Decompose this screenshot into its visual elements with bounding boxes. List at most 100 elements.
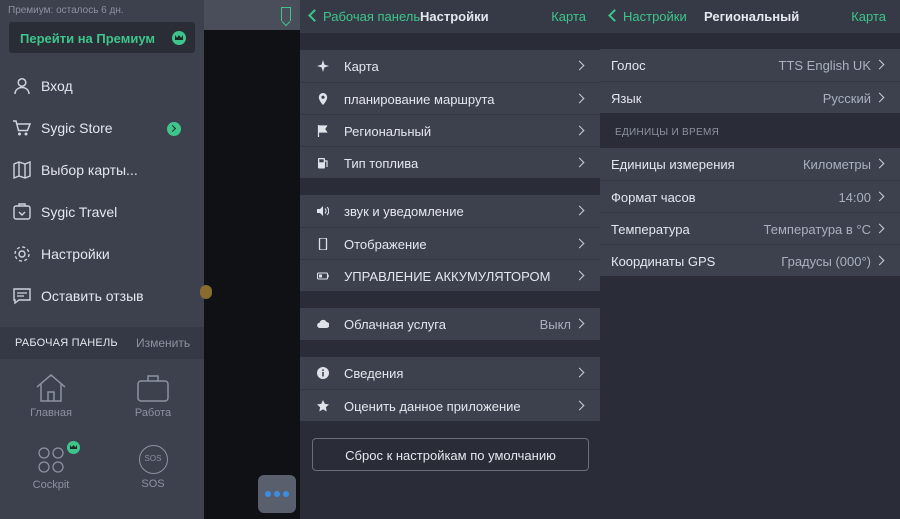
menu-item-feedback[interactable]: Оставить отзыв xyxy=(0,276,204,316)
chevron-right-icon xyxy=(874,92,885,103)
menu-item-map-selection[interactable]: Выбор карты... xyxy=(0,150,204,190)
map-view[interactable] xyxy=(200,0,300,519)
speaker-icon xyxy=(317,206,329,216)
chevron-right-icon xyxy=(874,158,885,169)
settings-row-value: Температура в °C xyxy=(763,222,871,237)
bookmark-icon[interactable] xyxy=(281,7,291,21)
page-title: Настройки xyxy=(420,9,489,24)
compass-icon xyxy=(317,60,329,72)
settings-row-label: планирование маршрута xyxy=(344,92,495,107)
chevron-right-icon xyxy=(574,367,585,378)
travel-icon xyxy=(13,203,31,220)
cloud-icon xyxy=(317,319,329,329)
settings-row-cloud-service[interactable]: Облачная услуга Выкл xyxy=(300,308,600,340)
settings-row-value: Километры xyxy=(802,157,871,172)
menu-item-label: Настройки xyxy=(41,246,110,262)
back-label: Настройки xyxy=(623,9,687,24)
regional-row-temperature[interactable]: Температура Температура в °C xyxy=(600,212,900,244)
chevron-right-icon xyxy=(874,255,885,266)
regional-row-gps-coordinates[interactable]: Координаты GPS Градусы (000°) xyxy=(600,244,900,276)
settings-row-label: Единицы измерения xyxy=(611,157,735,172)
more-menu-button[interactable] xyxy=(258,475,296,513)
chevron-right-icon xyxy=(874,59,885,70)
page-title: Региональный xyxy=(704,9,800,24)
settings-row-value: Градусы (000°) xyxy=(781,254,871,269)
dashboard-tile-sos[interactable]: SOS SOS xyxy=(113,445,193,490)
battery-icon xyxy=(317,272,329,280)
back-to-dashboard-button[interactable]: Рабочая панель xyxy=(308,9,421,24)
menu-item-settings[interactable]: Настройки xyxy=(0,234,204,274)
go-premium-label: Перейти на Премиум xyxy=(20,31,156,46)
settings-row-sound[interactable]: звук и уведомление xyxy=(300,195,600,227)
side-menu: Премиум: осталось 6 дн. Перейти на Преми… xyxy=(0,0,204,519)
settings-row-route-planning[interactable]: планирование маршрута xyxy=(300,82,600,114)
regional-row-language[interactable]: Язык Русский xyxy=(600,81,900,113)
info-icon xyxy=(317,367,329,379)
more-dot-icon xyxy=(283,491,289,497)
chevron-left-icon xyxy=(608,9,621,22)
settings-row-display[interactable]: Отображение xyxy=(300,227,600,259)
regional-row-voice[interactable]: Голос TTS English UK xyxy=(600,49,900,81)
chevron-right-icon xyxy=(574,270,585,281)
menu-item-sygic-store[interactable]: Sygic Store xyxy=(0,108,204,148)
chevron-left-icon xyxy=(308,9,321,22)
settings-screen: Рабочая панель Настройки Карта Карта пла… xyxy=(300,0,600,519)
back-label: Рабочая панель xyxy=(323,9,421,24)
regional-group-voice-language: Голос TTS English UK Язык Русский xyxy=(600,49,900,113)
home-icon xyxy=(36,374,66,402)
new-badge-icon xyxy=(167,122,181,136)
settings-row-label: Координаты GPS xyxy=(611,254,716,269)
regional-screen: Настройки Региональный Карта Голос TTS E… xyxy=(600,0,900,519)
menu-item-label: Вход xyxy=(41,78,73,94)
star-icon xyxy=(317,400,329,412)
settings-group-device: звук и уведомление Отображение УПРАВЛЕНИ… xyxy=(300,195,600,291)
dashboard-tile-label: Работа xyxy=(134,407,172,419)
settings-row-regional[interactable]: Региональный xyxy=(300,114,600,146)
cart-icon xyxy=(13,120,32,136)
dashboard-tile-home[interactable]: Главная xyxy=(11,373,91,419)
reset-defaults-button[interactable]: Сброс к настройкам по умолчанию xyxy=(312,438,589,471)
settings-row-map[interactable]: Карта xyxy=(300,50,600,82)
dashboard-tile-label: SOS xyxy=(141,478,165,490)
settings-row-label: Региональный xyxy=(344,124,432,139)
map-pin-icon xyxy=(200,285,212,299)
chevron-right-icon xyxy=(574,318,585,329)
dashboard-tile-work[interactable]: Работа xyxy=(113,373,193,419)
settings-row-value: TTS English UK xyxy=(778,58,871,73)
more-dot-icon xyxy=(265,491,271,497)
regional-row-time-format[interactable]: Формат часов 14:00 xyxy=(600,180,900,212)
settings-row-label: Формат часов xyxy=(611,190,696,205)
more-dot-icon xyxy=(274,491,280,497)
settings-row-fuel-type[interactable]: Тип топлива xyxy=(300,146,600,178)
map-button[interactable]: Карта xyxy=(851,9,886,24)
back-to-settings-button[interactable]: Настройки xyxy=(608,9,687,24)
dashboard-tile-label: Главная xyxy=(30,407,72,419)
settings-row-info[interactable]: Сведения xyxy=(300,357,600,389)
menu-item-label: Sygic Store xyxy=(41,120,113,136)
settings-row-label: Сведения xyxy=(344,366,404,381)
menu-item-login[interactable]: Вход xyxy=(0,66,204,106)
settings-row-label: Оценить данное приложение xyxy=(344,399,521,414)
go-premium-button[interactable]: Перейти на Премиум xyxy=(9,22,195,53)
regional-group-units: Единицы измерения Километры Формат часов… xyxy=(600,148,900,276)
settings-row-label: звук и уведомление xyxy=(344,204,464,219)
feedback-icon xyxy=(13,288,31,305)
menu-item-sygic-travel[interactable]: Sygic Travel xyxy=(0,192,204,232)
chevron-right-icon xyxy=(874,223,885,234)
chevron-right-icon xyxy=(574,238,585,249)
settings-row-rate-app[interactable]: Оценить данное приложение xyxy=(300,389,600,421)
user-icon xyxy=(14,77,30,95)
settings-row-value: 14:00 xyxy=(838,190,871,205)
crown-icon xyxy=(67,441,80,454)
regional-row-units[interactable]: Единицы измерения Километры xyxy=(600,148,900,180)
sos-icon: SOS xyxy=(138,445,168,474)
settings-row-label: Отображение xyxy=(344,237,427,252)
dashboard-tile-cockpit[interactable]: Cockpit xyxy=(11,441,91,491)
dashboard-edit-button[interactable]: Изменить xyxy=(136,336,190,350)
settings-row-battery[interactable]: УПРАВЛЕНИЕ АККУМУЛЯТОРОМ xyxy=(300,259,600,291)
crown-icon xyxy=(172,31,186,45)
map-button[interactable]: Карта xyxy=(551,9,586,24)
pin-icon xyxy=(318,93,328,105)
chevron-right-icon xyxy=(574,205,585,216)
chevron-right-icon xyxy=(574,125,585,136)
